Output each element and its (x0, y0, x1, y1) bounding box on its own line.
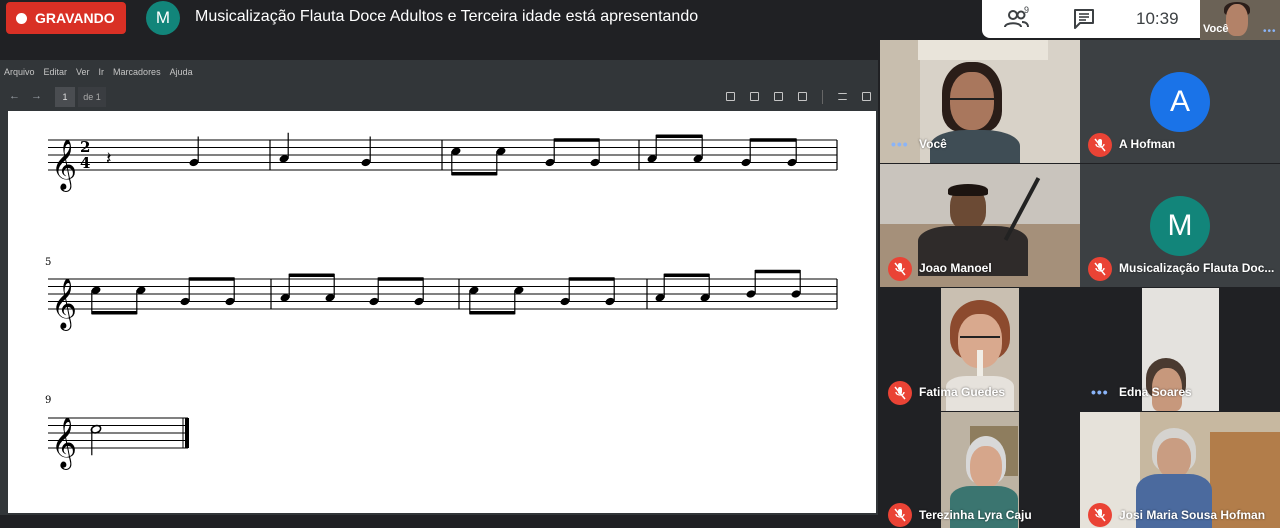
glasses (950, 98, 994, 104)
menu-item-editar[interactable]: Editar (44, 67, 68, 77)
view-mode-icon[interactable] (750, 92, 759, 101)
measure-number-5: 5 (45, 257, 51, 268)
top-controls: 9 10:39 (982, 0, 1200, 38)
more-options-icon[interactable]: ••• (1263, 26, 1277, 37)
participant-tile-voce[interactable]: ••• Você (880, 40, 1080, 163)
avatar-m: M (1150, 196, 1210, 256)
participant-name: Terezinha Lyra Caju (919, 508, 1032, 522)
presenter-initial: M (155, 8, 171, 27)
forward-arrow-icon[interactable]: → (31, 90, 42, 102)
mic-off-icon (888, 503, 912, 527)
people-button[interactable]: 9 (1004, 5, 1032, 30)
participant-name: Joao Manoel (919, 261, 992, 275)
menu-item-marcadores[interactable]: Marcadores (113, 67, 161, 77)
menu-item-ver[interactable]: Ver (76, 67, 90, 77)
self-view-thumbnail[interactable]: Você ••• (1200, 0, 1280, 40)
mic-off-icon (888, 381, 912, 405)
presentation-viewer: Arquivo Editar Ver Ir Marcadores Ajuda ←… (0, 60, 878, 515)
time-signature-bottom: 4 (80, 154, 90, 172)
participant-tile-edna-soares[interactable]: ••• Edna Soares (1080, 288, 1280, 411)
participant-tile-joao-manoel[interactable]: Joao Manoel (880, 164, 1080, 287)
participant-tile-josi-maria[interactable]: Josi Maria Sousa Hofman (1080, 412, 1280, 528)
top-bar: GRAVANDO M Musicalização Flauta Doce Adu… (0, 0, 1280, 40)
participant-name: Josi Maria Sousa Hofman (1119, 508, 1266, 522)
meet-window: GRAVANDO M Musicalização Flauta Doce Adu… (0, 0, 1280, 528)
participant-name: Fatima Guedes (919, 385, 1006, 399)
self-view-label: Você (1203, 23, 1229, 35)
participant-tile-musicalizacao[interactable]: M Musicalização Flauta Doc... (1080, 164, 1280, 287)
fit-width-icon[interactable] (838, 93, 847, 100)
view-mode-icon[interactable] (726, 92, 735, 101)
speaking-indicator-icon: ••• (891, 136, 909, 152)
menu-item-arquivo[interactable]: Arquivo (4, 67, 35, 77)
sheet-music-page: 𝄞 𝄞 𝄞 𝄽 2 4 5 9 (8, 111, 876, 513)
page-total: de 1 (78, 87, 106, 107)
hair (948, 184, 988, 196)
chat-icon (1074, 9, 1094, 29)
clock-time: 10:39 (1136, 9, 1179, 28)
participant-name: Você (919, 137, 947, 151)
viewer-menu-bar: Arquivo Editar Ver Ir Marcadores Ajuda (0, 60, 878, 84)
self-face (1226, 4, 1248, 36)
participant-tile-a-hofman[interactable]: A A Hofman (1080, 40, 1280, 163)
mic-off-icon (1088, 257, 1112, 281)
avatar-initial: M (1167, 209, 1193, 242)
mic-off-icon (1088, 503, 1112, 527)
menu-item-ir[interactable]: Ir (99, 67, 105, 77)
presenter-avatar: M (146, 1, 180, 35)
quarter-rest: 𝄽 (106, 149, 112, 170)
participant-tile-fatima-guedes[interactable]: Fatima Guedes (880, 288, 1080, 411)
sheet-music-score: 𝄞𝄞𝄞𝄽 2 4 5 9 (45, 132, 838, 470)
avatar-a: A (1150, 72, 1210, 132)
measure-number-9: 9 (45, 395, 51, 406)
back-arrow-icon[interactable]: ← (9, 90, 20, 102)
recording-label: GRAVANDO (35, 10, 115, 26)
participant-name: Musicalização Flauta Doc... (1119, 261, 1275, 275)
glasses (960, 336, 1000, 342)
participant-name: Edna Soares (1119, 385, 1192, 399)
view-mode-icon[interactable] (798, 92, 807, 101)
menu-item-ajuda[interactable]: Ajuda (170, 67, 193, 77)
page-number-input[interactable]: 1 (55, 87, 75, 107)
viewer-toolbar (0, 84, 878, 110)
record-dot-icon (16, 12, 27, 24)
treble-clef-icon: 𝄞 (51, 417, 77, 470)
wall-decoration (918, 40, 1048, 60)
face (970, 446, 1002, 488)
presenting-title: Musicalização Flauta Doce Adultos e Terc… (195, 8, 699, 25)
view-mode-icon[interactable] (774, 92, 783, 101)
face (1157, 438, 1191, 478)
treble-clef-icon: 𝄞 (51, 139, 77, 192)
toolbar-divider (822, 90, 823, 104)
mic-off-icon (888, 257, 912, 281)
participant-tile-terezinha[interactable]: Terezinha Lyra Caju (880, 412, 1080, 528)
sidebar-toggle-icon[interactable] (862, 92, 871, 101)
participant-name: A Hofman (1119, 137, 1176, 151)
treble-clef-icon: 𝄞 (51, 278, 77, 331)
people-count: 9 (1024, 5, 1030, 15)
speaking-indicator-icon: ••• (1091, 384, 1109, 400)
avatar-initial: A (1169, 85, 1190, 118)
chat-button[interactable] (1072, 8, 1096, 30)
mic-off-icon (1088, 133, 1112, 157)
recording-badge[interactable]: GRAVANDO (6, 2, 126, 34)
